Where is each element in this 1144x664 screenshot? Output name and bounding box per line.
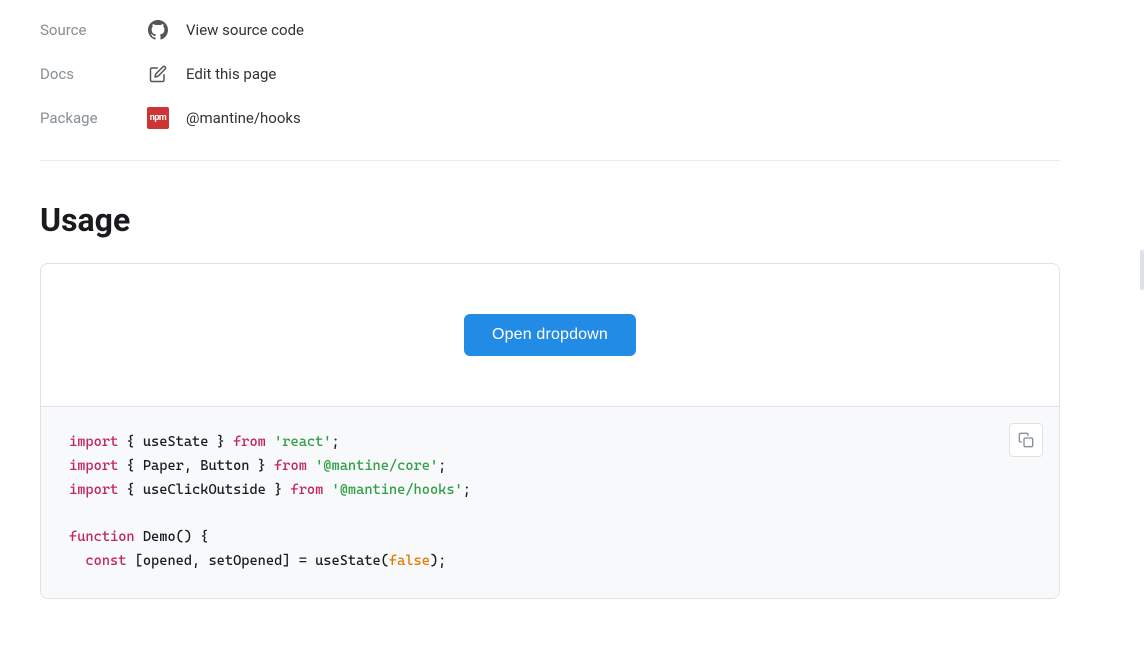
code-line-4 bbox=[69, 502, 1031, 526]
package-link[interactable]: @mantine/hooks bbox=[186, 109, 301, 127]
docs-row: Docs Edit this page bbox=[40, 52, 1060, 96]
code-line-5: function Demo() { bbox=[69, 526, 1031, 550]
usage-section: Usage Open dropdown import { useState } … bbox=[40, 161, 1060, 619]
copy-code-button[interactable] bbox=[1009, 423, 1043, 457]
usage-heading: Usage bbox=[40, 201, 1060, 239]
github-icon bbox=[146, 18, 170, 42]
info-table: Source View source code Docs Edit this p… bbox=[40, 0, 1060, 161]
package-label: Package bbox=[40, 109, 130, 127]
demo-box: Open dropdown import { useState } from '… bbox=[40, 263, 1060, 599]
source-row: Source View source code bbox=[40, 8, 1060, 52]
source-label: Source bbox=[40, 21, 130, 39]
docs-link[interactable]: Edit this page bbox=[186, 65, 276, 83]
docs-label: Docs bbox=[40, 65, 130, 83]
code-block: import { useState } from 'react'; import… bbox=[41, 407, 1059, 598]
code-line-2: import { Paper, Button } from '@mantine/… bbox=[69, 455, 1031, 479]
source-link[interactable]: View source code bbox=[186, 21, 304, 39]
demo-preview: Open dropdown bbox=[41, 264, 1059, 407]
package-row: Package npm @mantine/hooks bbox=[40, 96, 1060, 140]
pencil-icon bbox=[146, 62, 170, 86]
open-dropdown-button[interactable]: Open dropdown bbox=[464, 314, 636, 356]
npm-icon: npm bbox=[146, 106, 170, 130]
scrollbar-indicator bbox=[1140, 250, 1144, 290]
code-line-1: import { useState } from 'react'; bbox=[69, 431, 1031, 455]
code-line-3: import { useClickOutside } from '@mantin… bbox=[69, 479, 1031, 503]
code-line-6: const [opened, setOpened] = useState(fal… bbox=[69, 550, 1031, 574]
